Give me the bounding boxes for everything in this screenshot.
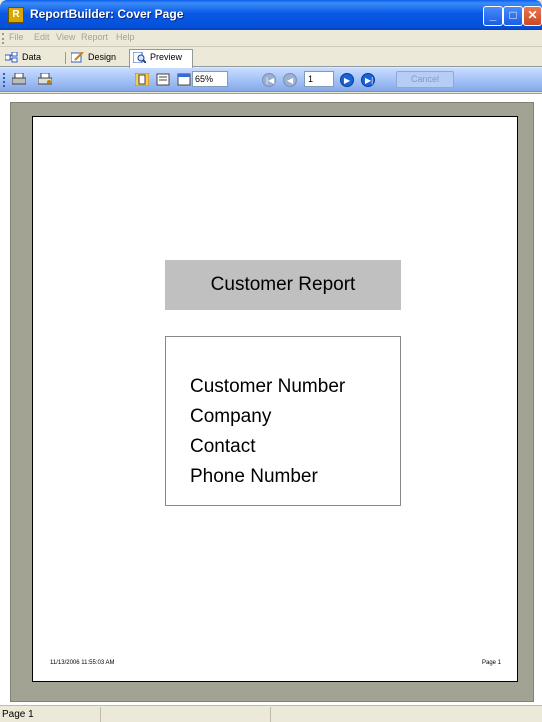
preview-area: Customer Report Customer Number Company … <box>0 93 542 705</box>
tab-data[interactable]: Data <box>2 50 63 67</box>
field-contact: Contact <box>190 436 256 457</box>
status-divider <box>270 707 271 722</box>
status-page: Page 1 <box>2 709 34 720</box>
last-page-button[interactable]: ▶| <box>361 73 375 87</box>
previous-page-button[interactable]: ◀ <box>283 73 297 87</box>
tab-data-label: Data <box>22 52 42 62</box>
menu-help[interactable]: Help <box>116 32 135 42</box>
report-page: Customer Report Customer Number Company … <box>32 116 518 682</box>
print-setup-icon[interactable] <box>38 73 52 86</box>
title-bar: R ReportBuilder: Cover Page _ □ ✕ <box>0 0 542 30</box>
next-page-button[interactable]: ▶ <box>340 73 354 87</box>
close-button[interactable]: ✕ <box>523 6 542 26</box>
menu-edit[interactable]: Edit <box>34 32 50 42</box>
tab-design[interactable]: Design <box>68 50 126 67</box>
footer-date: 11/13/2006 11:55:03 AM <box>50 660 115 666</box>
print-icon[interactable] <box>12 73 26 86</box>
minimize-button[interactable]: _ <box>483 6 503 26</box>
fields-box: Customer Number Company Contact Phone Nu… <box>165 336 401 506</box>
hundred-percent-icon[interactable] <box>177 73 191 86</box>
menubar-grip[interactable] <box>2 33 5 44</box>
zoom-input[interactable]: 65% <box>192 71 228 87</box>
preview-toolbar: 65% |◀ ◀ 1 ▶ ▶| Cancel <box>0 68 542 92</box>
menu-view[interactable]: View <box>56 32 75 42</box>
menu-file[interactable]: File <box>9 32 24 42</box>
menu-bar: File Edit View Report Help <box>0 30 542 47</box>
whole-page-icon[interactable] <box>135 73 149 86</box>
menu-report[interactable]: Report <box>81 32 108 42</box>
status-bar: Page 1 <box>0 705 542 722</box>
preview-tab-icon <box>133 52 146 63</box>
window-title: ReportBuilder: Cover Page <box>30 7 184 21</box>
tab-design-label: Design <box>88 52 117 62</box>
field-phone-number: Phone Number <box>190 466 318 487</box>
tab-bar: Data Design Preview <box>0 47 542 68</box>
preview-viewport[interactable]: Customer Report Customer Number Company … <box>10 102 534 702</box>
field-customer-number: Customer Number <box>190 376 346 397</box>
tab-divider <box>65 52 66 64</box>
footer-page-number: Page 1 <box>482 660 502 666</box>
status-divider <box>100 707 101 722</box>
first-page-button[interactable]: |◀ <box>262 73 276 87</box>
maximize-button[interactable]: □ <box>503 6 523 26</box>
design-tab-icon <box>71 52 84 63</box>
field-company: Company <box>190 406 272 427</box>
toolbar-grip[interactable] <box>3 73 6 87</box>
report-title: Customer Report <box>165 260 401 310</box>
page-width-icon[interactable] <box>156 73 170 86</box>
tab-preview[interactable]: Preview <box>129 49 193 68</box>
page-number-input[interactable]: 1 <box>304 71 334 87</box>
data-tab-icon <box>5 52 18 63</box>
app-icon: R <box>8 7 24 23</box>
cancel-button[interactable]: Cancel <box>396 71 454 88</box>
tab-preview-label: Preview <box>150 52 183 62</box>
